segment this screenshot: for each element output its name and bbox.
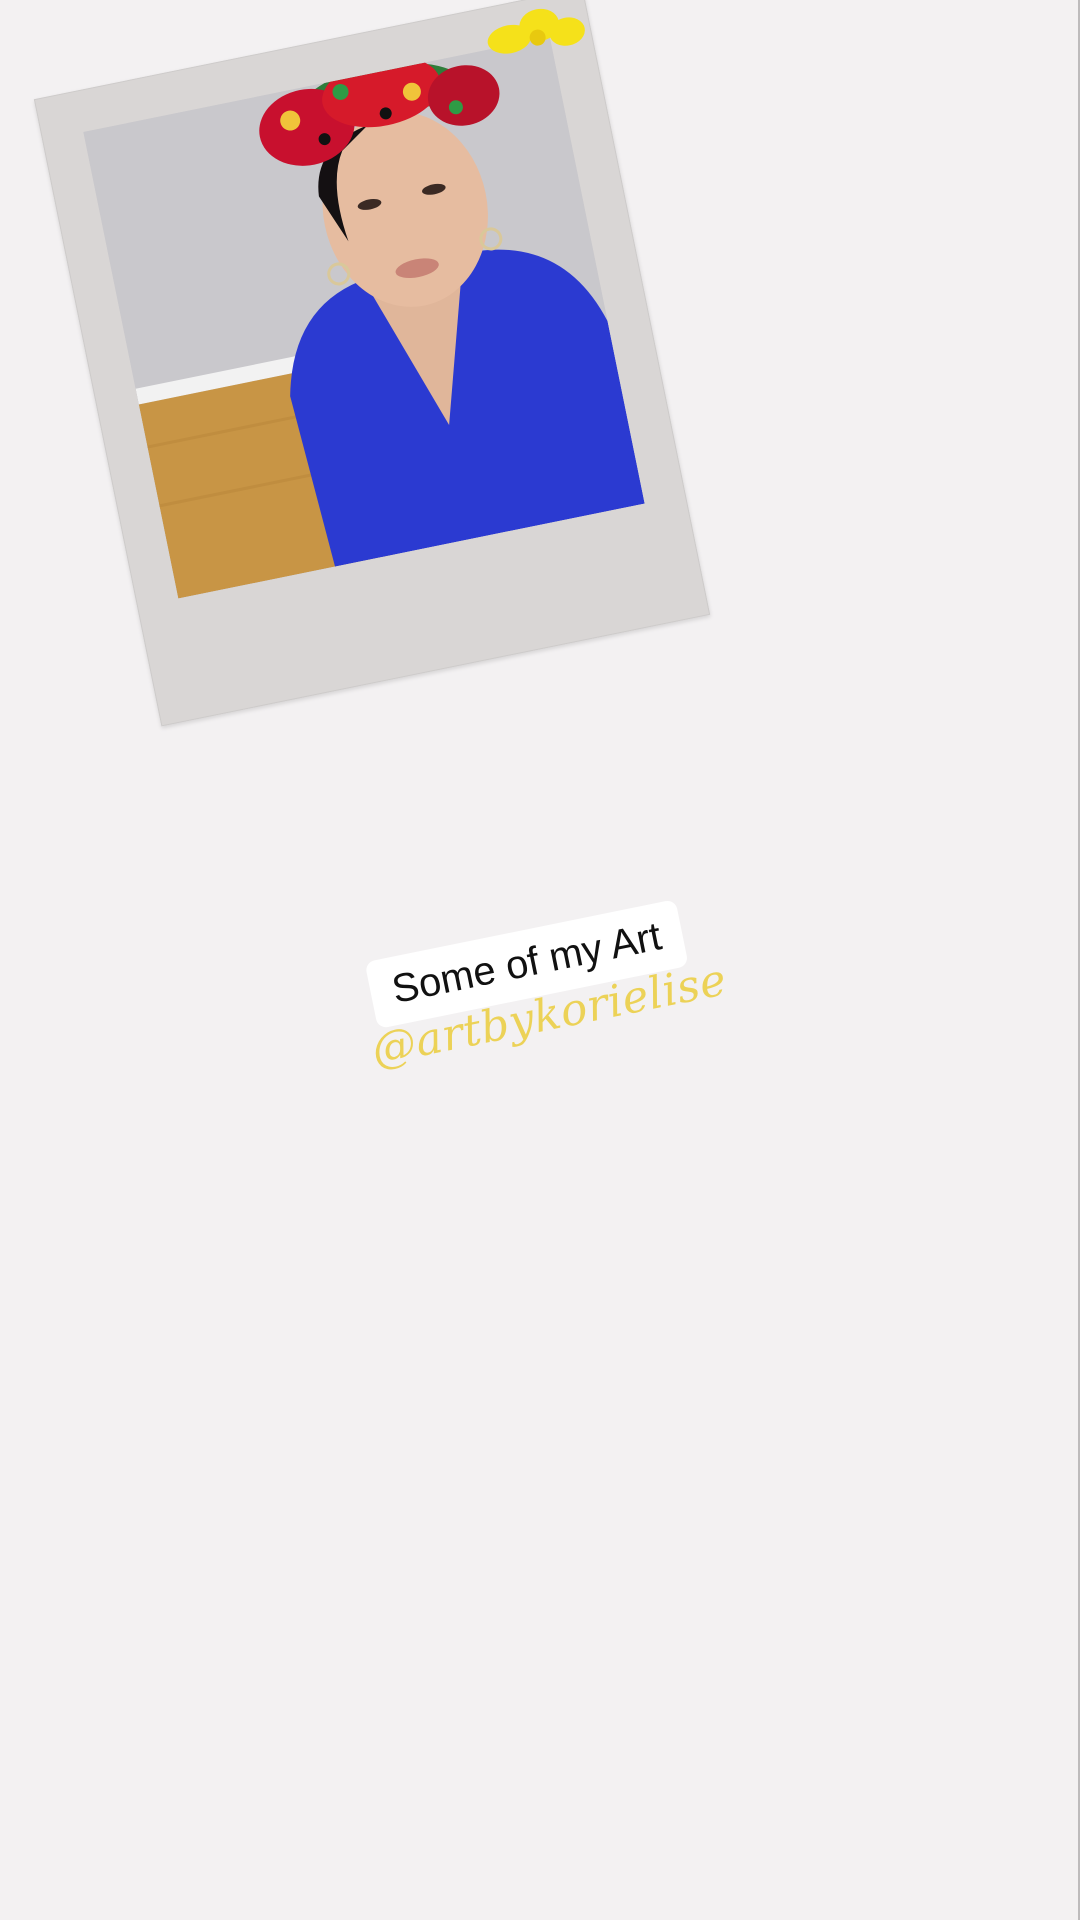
selfie-illustration — [83, 37, 645, 599]
story-caption-group: Some of my Art @artbykorielise — [353, 884, 731, 1099]
story-canvas: Some of my Art @artbykorielise — [0, 0, 1080, 1920]
flower-sticker-icon — [487, 8, 585, 54]
polaroid-frame — [33, 0, 711, 727]
selfie-photo — [83, 37, 645, 599]
